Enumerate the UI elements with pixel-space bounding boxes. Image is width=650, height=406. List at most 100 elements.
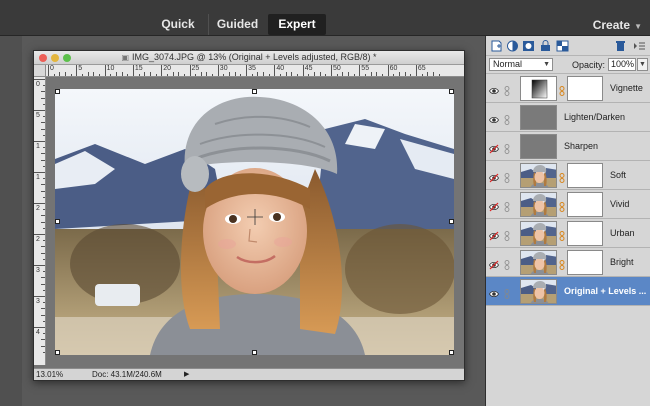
opacity-input[interactable]: 100%: [608, 58, 636, 71]
ruler-minor-tick: [393, 74, 395, 76]
transform-handle-bottom[interactable]: [252, 350, 257, 355]
ruler-minor-tick: [381, 74, 383, 76]
link-icon[interactable]: [504, 170, 510, 183]
link-icon[interactable]: [504, 286, 510, 299]
eye-hidden-icon[interactable]: [489, 228, 499, 241]
layer-row[interactable]: Sharpen: [486, 132, 650, 161]
layer-mask-icon[interactable]: [522, 40, 535, 52]
layer-thumbnail[interactable]: [520, 134, 557, 159]
layer-mask-thumbnail[interactable]: [567, 76, 603, 101]
opacity-dropdown-button[interactable]: ▼: [637, 58, 648, 71]
tab-guided[interactable]: Guided: [208, 14, 266, 35]
lock-all-icon[interactable]: [539, 40, 552, 52]
layer-row[interactable]: Original + Levels ...: [486, 277, 650, 306]
layer-mask-thumbnail[interactable]: [567, 221, 603, 246]
layer-row[interactable]: Soft: [486, 161, 650, 190]
ruler-tick-label: 20: [163, 65, 171, 72]
mask-link-icon[interactable]: [559, 257, 565, 270]
transform-handle-top-left[interactable]: [55, 89, 60, 94]
ruler-minor-tick: [43, 103, 45, 105]
ruler-tick-label: 35: [248, 65, 256, 72]
layer-thumbnail[interactable]: [520, 221, 557, 246]
eye-icon[interactable]: [489, 112, 499, 124]
ruler-tick-label: 30: [219, 65, 228, 72]
transform-handle-left[interactable]: [55, 219, 60, 224]
layer-thumbnail[interactable]: [520, 279, 557, 304]
layers-toolbar: [486, 36, 650, 56]
create-button[interactable]: Create ▼: [593, 18, 642, 32]
eye-hidden-icon[interactable]: [489, 170, 499, 183]
layer-thumbnail[interactable]: [520, 105, 557, 130]
layer-thumbnail[interactable]: [520, 76, 557, 101]
layer-row[interactable]: Bright: [486, 248, 650, 277]
layer-row[interactable]: Lighten/Darken: [486, 103, 650, 132]
layer-row[interactable]: Vivid: [486, 190, 650, 219]
trash-icon[interactable]: [614, 40, 627, 52]
blend-mode-select[interactable]: Normal ▼: [489, 58, 553, 71]
eye-hidden-icon[interactable]: [489, 199, 499, 212]
transform-handle-bottom-left[interactable]: [55, 350, 60, 355]
link-icon[interactable]: [504, 199, 510, 212]
canvas-image[interactable]: [55, 89, 454, 355]
ruler-minor-tick: [404, 72, 406, 76]
ruler-minor-tick: [43, 240, 45, 242]
ruler-minor-tick: [41, 153, 45, 155]
eye-hidden-icon[interactable]: [489, 141, 499, 154]
layer-thumbnail[interactable]: [520, 163, 557, 188]
layer-mask-thumbnail[interactable]: [567, 163, 603, 188]
ruler-minor-tick: [263, 72, 265, 76]
mask-link-icon[interactable]: [559, 170, 565, 183]
zoom-level[interactable]: 13.01%: [36, 370, 66, 379]
transform-handle-bottom-right[interactable]: [449, 350, 454, 355]
link-icon[interactable]: [504, 112, 510, 125]
ruler-tick-label: 60: [389, 65, 398, 72]
ruler-minor-tick: [43, 134, 45, 136]
eye-hidden-icon[interactable]: [489, 257, 499, 270]
eye-icon[interactable]: [489, 286, 499, 298]
ruler-minor-tick: [41, 184, 45, 186]
ruler-minor-tick: [257, 72, 259, 76]
ruler-vertical[interactable]: 0 5 1 1 2 2 3 3 4: [34, 77, 46, 365]
ruler-minor-tick: [41, 159, 45, 161]
layer-thumbnail[interactable]: [520, 250, 557, 275]
lock-transparent-icon[interactable]: [556, 40, 569, 52]
panel-menu-icon[interactable]: [633, 40, 646, 52]
ruler-tick-label: 3: [36, 298, 40, 305]
chevron-down-icon: ▼: [543, 61, 550, 68]
ruler-horizontal[interactable]: 0 5 10 15 20 25 30 35 40 45 50 55 60 65: [46, 65, 464, 77]
mask-link-icon[interactable]: [559, 228, 565, 241]
ruler-minor-tick: [195, 74, 197, 76]
tab-expert[interactable]: Expert: [268, 14, 326, 35]
link-icon[interactable]: [504, 141, 510, 154]
layer-thumbnail[interactable]: [520, 192, 557, 217]
ruler-minor-tick: [41, 128, 45, 130]
ruler-tick: [246, 65, 248, 76]
mask-link-icon[interactable]: [559, 83, 565, 96]
transform-handle-right[interactable]: [449, 219, 454, 224]
link-icon[interactable]: [504, 83, 510, 96]
eye-icon[interactable]: [489, 83, 499, 95]
ruler-minor-tick: [268, 74, 270, 76]
transform-handle-top[interactable]: [252, 89, 257, 94]
ruler-minor-tick: [342, 72, 344, 76]
ruler-minor-tick: [297, 74, 299, 76]
ruler-minor-tick: [43, 85, 45, 87]
document-titlebar[interactable]: ▣ IMG_3074.JPG @ 13% (Original + Levels a…: [34, 51, 464, 65]
layer-row[interactable]: Urban: [486, 219, 650, 248]
tab-quick[interactable]: Quick: [150, 14, 206, 35]
ruler-minor-tick: [43, 209, 45, 211]
status-menu-icon[interactable]: ▶: [184, 370, 192, 379]
ruler-minor-tick: [115, 72, 117, 76]
new-layer-icon[interactable]: [490, 40, 503, 52]
layer-mask-thumbnail[interactable]: [567, 192, 603, 217]
ruler-minor-tick: [421, 74, 423, 76]
mask-link-icon[interactable]: [559, 199, 565, 212]
ruler-tick-label: 55: [361, 65, 370, 72]
layer-mask-thumbnail[interactable]: [567, 250, 603, 275]
layer-row[interactable]: Vignette: [486, 74, 650, 103]
link-icon[interactable]: [504, 257, 510, 270]
transform-handle-top-right[interactable]: [449, 89, 454, 94]
adjustment-layer-icon[interactable]: [506, 40, 519, 52]
link-icon[interactable]: [504, 228, 510, 241]
blend-mode-value: Normal: [493, 59, 523, 69]
